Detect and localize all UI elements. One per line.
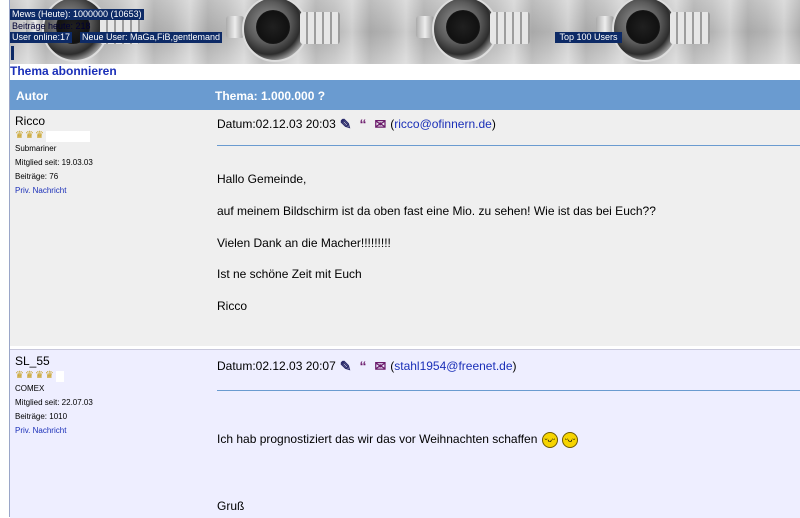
grin-smiley-icon: ᵕᴗᵕ [562,432,579,448]
crown-icon: ♛ [15,370,24,381]
table-header: Autor Thema: 1.000.000 ? [10,80,800,110]
email-wrapper: (stahl1954@freenet.de) [390,359,517,373]
subscribe-link[interactable]: Thema abonnieren [10,64,117,78]
stat-users-online: User online:17 [10,32,73,43]
post-meta: Datum:02.12.03 20:07 ✎ “ ✉ (stahl1954@fr… [217,358,517,375]
author-name[interactable]: SL_55 [15,354,50,368]
quote-icon[interactable]: “ [360,116,367,132]
private-message-link[interactable]: Priv. Nachricht [15,186,66,195]
rank-crowns: ♛ ♛ ♛ [15,130,90,142]
mail-icon[interactable]: ✉ [375,116,387,133]
crown-icon: ♛ [34,130,44,141]
stat-new-users[interactable]: Neue User: MaGa,FiB,gentlemand [80,32,223,43]
message-line: Ist ne schöne Zeit mit Euch [217,267,362,281]
author-email-link[interactable]: stahl1954@freenet.de [394,359,512,373]
rank-bar [45,130,90,142]
author-name[interactable]: Ricco [15,114,45,128]
watch-graphic [410,0,530,64]
message-line: Hallo Gemeinde, [217,172,307,186]
message-line: auf meinem Bildschirm ist da oben fast e… [217,204,656,218]
edit-icon[interactable]: ✎ [340,358,352,375]
mail-icon[interactable]: ✉ [375,358,387,375]
stat-posts-today: Beiträge heute: 218 [12,21,91,31]
post-count: Beiträge: 76 [15,172,59,181]
author-column-header: Autor [16,89,48,103]
post-meta: Datum:02.12.03 20:03 ✎ “ ✉ (ricco@ofinne… [217,116,496,133]
rank-title: COMEX [15,384,45,393]
post: SL_55 ♛ ♛ ♛ ♛ COMEX Mitglied seit: 22.07… [10,349,800,518]
top-users-link[interactable]: Top 100 Users [555,32,622,43]
message-line: Vielen Dank an die Macher!!!!!!!!! [217,236,391,250]
quote-icon[interactable]: “ [360,358,367,374]
rank-title: Submariner [15,144,57,153]
crown-icon: ♛ [24,370,34,381]
edit-icon[interactable]: ✎ [340,116,352,133]
crown-icon: ♛ [24,130,34,141]
crown-icon: ♛ [34,370,44,381]
stat-news: Mews (Heute): 1000000 (10653) [10,9,144,20]
rank-crowns: ♛ ♛ ♛ ♛ [15,370,64,382]
message-line: Ich hab prognostiziert das wir das vor W… [217,432,579,448]
grin-smiley-icon: ᵕᴗᵕ [541,432,558,448]
private-message-link[interactable]: Priv. Nachricht [15,426,66,435]
divider [217,145,800,146]
watch-graphic [220,0,340,64]
author-info: SL_55 ♛ ♛ ♛ ♛ COMEX Mitglied seit: 22.07… [10,350,210,518]
author-info: Ricco ♛ ♛ ♛ Submariner Mitglied seit: 19… [10,110,210,346]
crown-icon: ♛ [15,130,24,141]
post: Ricco ♛ ♛ ♛ Submariner Mitglied seit: 19… [10,110,800,346]
message-text: Ich hab prognostiziert das wir das vor W… [217,432,538,447]
crown-icon: ♛ [44,370,54,381]
topic-title: Thema: 1.000.000 ? [215,89,326,103]
rank-bar [55,370,64,382]
email-wrapper: (ricco@ofinnern.de) [390,117,496,131]
member-since: Mitglied seit: 19.03.03 [15,158,93,167]
post-count: Beiträge: 1010 [15,412,68,421]
subscribe-marker [11,46,14,60]
divider [217,390,800,391]
message-line: Gruß [217,499,245,513]
message-line: Ricco [217,299,248,313]
post-date: Datum:02.12.03 20:07 [217,359,336,373]
member-since: Mitglied seit: 22.07.03 [15,398,93,407]
author-email-link[interactable]: ricco@ofinnern.de [394,117,492,131]
post-date: Datum:02.12.03 20:03 [217,117,336,131]
